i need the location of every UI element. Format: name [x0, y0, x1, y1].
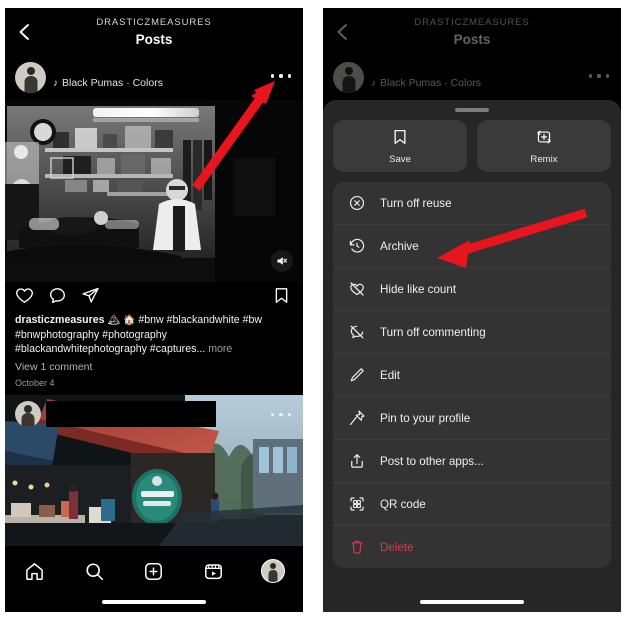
notification-dot: [281, 579, 285, 582]
menu-item-turn-off-commenting[interactable]: Turn off commenting: [333, 311, 611, 354]
quick-actions-row: Save Remix: [333, 120, 611, 172]
avatar-head: [24, 404, 32, 413]
heart-icon[interactable]: [15, 286, 34, 310]
menu-item-pin-to-profile[interactable]: Pin to your profile: [333, 397, 611, 440]
menu-item-label: Delete: [380, 540, 414, 554]
caption-more-link[interactable]: more: [208, 343, 232, 355]
post-options-sheet: Save Remix Turn off reuse Archive Hide l…: [323, 100, 621, 612]
menu-item-label: Archive: [380, 239, 419, 253]
remix-icon: [535, 128, 553, 151]
menu-item-label: Turn off commenting: [380, 325, 486, 339]
left-nav-header: DRASTICZMEASURES Posts: [5, 8, 303, 56]
sheet-content: Save Remix Turn off reuse Archive Hide l…: [333, 120, 611, 568]
menu-item-label: QR code: [380, 497, 426, 511]
username-redacted-bar: [46, 400, 216, 427]
hide-like-count-icon: [347, 280, 366, 299]
nav-title-block: DRASTICZMEASURES Posts: [5, 17, 303, 48]
page-title: Posts: [135, 32, 173, 47]
save-label: Save: [389, 153, 411, 165]
archive-icon: [347, 237, 366, 256]
add-post-icon[interactable]: [134, 556, 174, 586]
post-caption: drasticzmeasures 🏔 🏠 #bnw #blackandwhite…: [5, 312, 303, 357]
avatar[interactable]: [15, 400, 41, 427]
menu-item-delete[interactable]: Delete: [333, 526, 611, 568]
audio-attribution[interactable]: ♪ Black Pumas · Colors: [53, 77, 163, 89]
menu-item-label: Turn off reuse: [380, 196, 452, 210]
menu-item-qr-code[interactable]: QR code: [333, 483, 611, 526]
avatar-head: [26, 66, 35, 75]
avatar: [261, 559, 286, 583]
bw-photo-illustration: [5, 100, 303, 282]
trash-icon: [347, 538, 366, 557]
home-indicator: [102, 600, 206, 604]
more-options-icon[interactable]: [271, 407, 291, 423]
menu-item-label: Post to other apps...: [380, 454, 484, 468]
pin-icon: [347, 409, 366, 428]
options-menu-list: Turn off reuse Archive Hide like count T…: [333, 182, 611, 568]
menu-item-hide-like-count[interactable]: Hide like count: [333, 268, 611, 311]
avatar-body: [268, 570, 278, 582]
search-icon[interactable]: [74, 556, 114, 586]
sheet-grabber[interactable]: [455, 108, 489, 112]
bookmark-icon[interactable]: [272, 286, 291, 310]
caption-emojis: 🏔 🏠: [107, 315, 136, 326]
save-button[interactable]: Save: [333, 120, 467, 172]
share-external-icon: [347, 452, 366, 471]
edit-icon: [347, 366, 366, 385]
menu-item-turn-off-reuse[interactable]: Turn off reuse: [333, 182, 611, 225]
menu-item-label: Hide like count: [380, 282, 457, 296]
share-icon[interactable]: [81, 286, 100, 310]
left-phone-screen: DRASTICZMEASURES Posts ♪ Black Pumas · C…: [5, 8, 303, 612]
qr-code-icon: [347, 495, 366, 514]
view-comments-link[interactable]: View 1 comment: [5, 356, 303, 373]
avatar-body: [24, 76, 37, 93]
home-indicator: [420, 600, 524, 604]
audio-label: Black Pumas · Colors: [62, 77, 163, 89]
remix-label: Remix: [530, 153, 558, 165]
avatar-head: [270, 563, 277, 570]
menu-item-post-to-other-apps[interactable]: Post to other apps...: [333, 440, 611, 483]
more-options-icon[interactable]: [271, 68, 291, 84]
menu-item-edit[interactable]: Edit: [333, 354, 611, 397]
action-icons-group: [15, 286, 100, 310]
menu-item-label: Edit: [380, 368, 400, 382]
avatar-body: [21, 412, 35, 427]
menu-item-archive[interactable]: Archive: [333, 225, 611, 268]
post-date: October 4: [5, 372, 303, 395]
profile-avatar[interactable]: [253, 556, 293, 586]
comment-icon[interactable]: [48, 286, 67, 310]
remix-button[interactable]: Remix: [477, 120, 611, 172]
post-media-street[interactable]: [5, 394, 303, 550]
avatar[interactable]: [15, 62, 46, 93]
post-media-photo-bw[interactable]: [5, 100, 303, 282]
home-icon[interactable]: [15, 556, 55, 586]
turn-off-commenting-icon: [347, 323, 366, 342]
music-note-icon: ♪: [53, 77, 58, 89]
menu-item-label: Pin to your profile: [380, 411, 471, 425]
mute-icon[interactable]: [271, 250, 293, 272]
reels-icon[interactable]: [194, 556, 234, 586]
post-header: ♪ Black Pumas · Colors: [5, 56, 303, 100]
bookmark-icon: [391, 128, 409, 151]
turn-off-reuse-icon: [347, 194, 366, 213]
screenshot-stage: DRASTICZMEASURES Posts ♪ Black Pumas · C…: [0, 0, 624, 620]
right-phone-screen: DRASTICZMEASURES Posts ♪ Black Pumas · C…: [323, 8, 621, 612]
nav-subtitle: DRASTICZMEASURES: [96, 17, 212, 28]
caption-username[interactable]: drasticzmeasures: [15, 314, 105, 326]
post-action-row: [5, 282, 303, 312]
